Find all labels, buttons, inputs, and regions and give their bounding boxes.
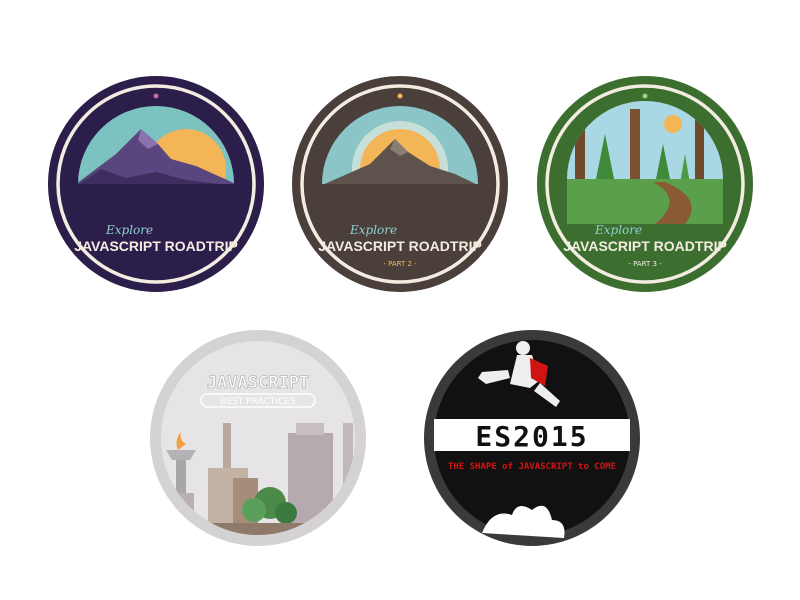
badge-roadtrip-2[interactable]: Explore JAVASCRIPT ROADTRIP - PART 2 - [290,74,510,294]
sun-icon [664,115,682,133]
script-label: Explore [349,223,397,237]
badge-dot [397,93,403,99]
badge-dot [153,93,159,99]
badge-dot [642,93,648,99]
badge-roadtrip-1[interactable]: Explore JAVASCRIPT ROADTRIP [46,74,266,294]
tree-trunk [630,109,640,189]
badge-title: JAVASCRIPT ROADTRIP [74,238,238,254]
badge-title: JAVASCRIPT ROADTRIP [318,238,482,254]
badge-title: JAVASCRIPT ROADTRIP [563,238,727,254]
grass [567,179,723,224]
badge-part-label: - PART 3 - [628,260,662,268]
badge-title: JAVASCRIPT [207,373,309,393]
script-label: Explore [594,223,642,237]
badge-roadtrip-3[interactable]: Explore JAVASCRIPT ROADTRIP - PART 3 - [535,74,755,294]
badge-subtitle: BEST PRACTICES [220,397,296,407]
badge-title: ES2015 [475,420,588,453]
script-label: Explore [105,223,153,237]
badge-part-label: - PART 2 - [383,260,417,268]
badge-best-practices[interactable]: JAVASCRIPT BEST PRACTICES [148,328,368,548]
pixel-city-scene [161,341,355,535]
badge-es2015[interactable]: ES2015 THE SHAPE of JAVASCRIPT to COME [422,328,642,548]
badge-tagline: THE SHAPE of JAVASCRIPT to COME [448,462,616,472]
